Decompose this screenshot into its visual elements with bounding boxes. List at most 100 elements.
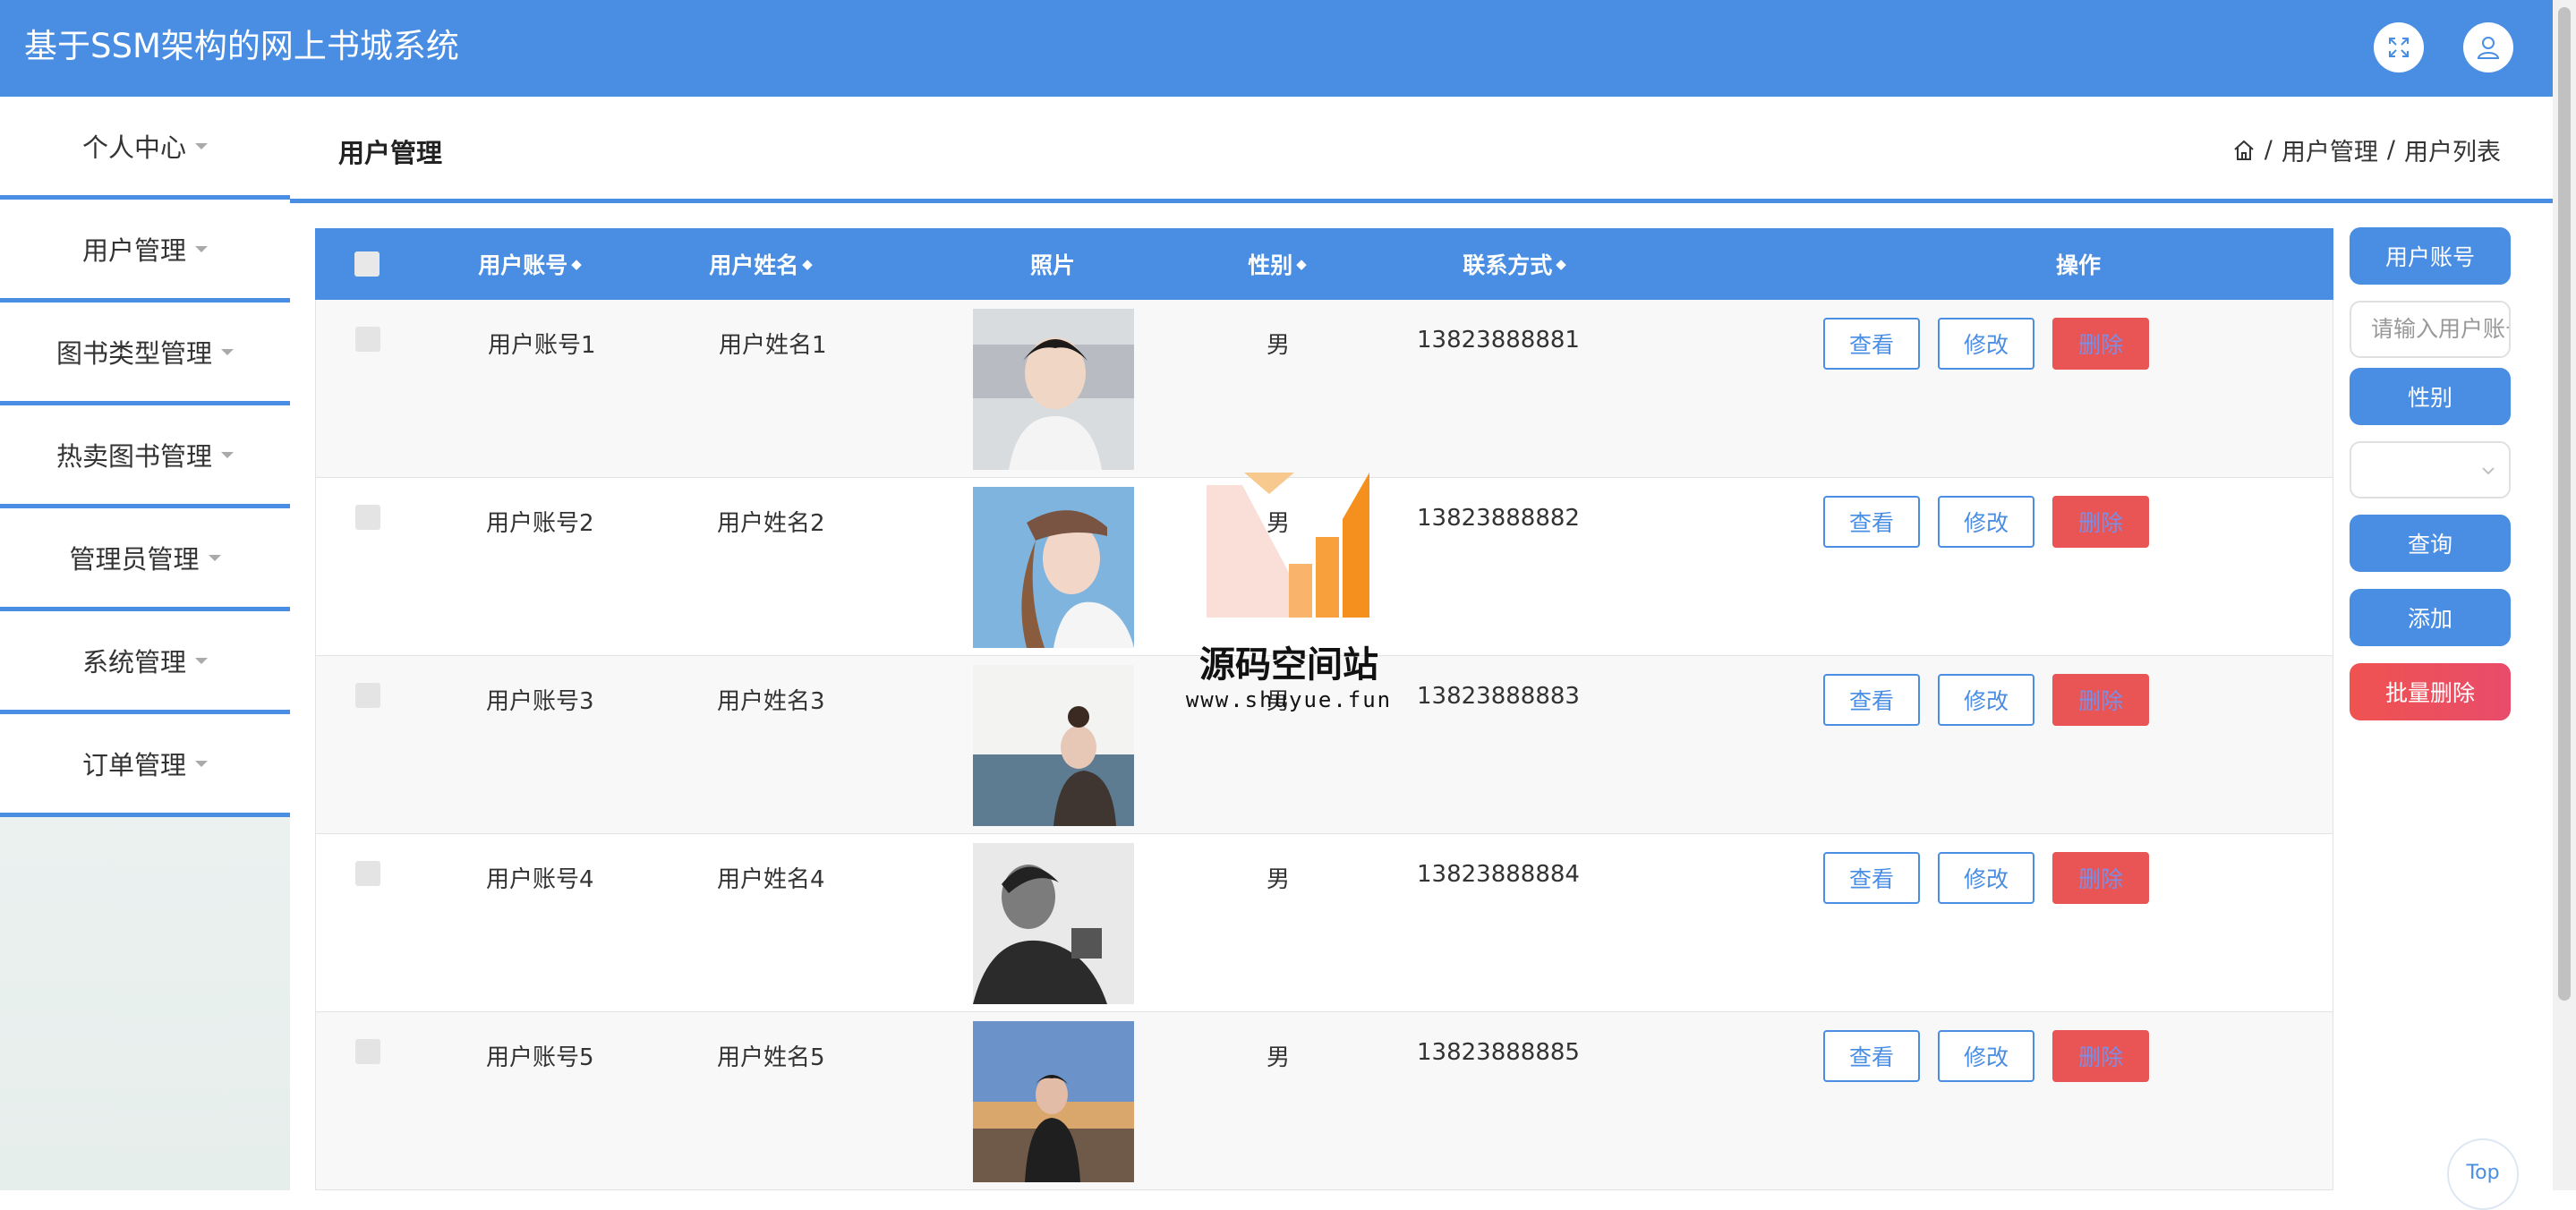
select-all-checkbox[interactable] (354, 251, 380, 277)
sort-icon: ◆ (1556, 256, 1566, 272)
user-photo[interactable] (973, 665, 1134, 826)
row-checkbox[interactable] (355, 683, 380, 708)
gender-filter-label[interactable]: 性别 (2350, 368, 2511, 425)
sidebar-item-label: 管理员管理 (69, 544, 200, 575)
view-button[interactable]: 查看 (1823, 496, 1920, 548)
cell-name: 用户姓名1 (719, 332, 827, 359)
sidebar-item-label: 系统管理 (81, 647, 186, 677)
sidebar-item-label: 订单管理 (81, 750, 186, 780)
edit-button[interactable]: 修改 (1938, 1030, 2034, 1082)
breadcrumb-separator: / (2386, 136, 2395, 164)
row-checkbox[interactable] (355, 327, 380, 352)
back-to-top-button[interactable]: Top (2447, 1138, 2519, 1210)
caret-down-icon (221, 451, 234, 458)
sidebar-item-admin-management[interactable]: 管理员管理 (0, 508, 290, 611)
user-photo[interactable] (973, 487, 1134, 648)
caret-down-icon (195, 657, 208, 664)
page-header: 用户管理 / 用户管理 / 用户列表 (290, 97, 2553, 203)
caret-down-icon (221, 348, 234, 355)
breadcrumb: / 用户管理 / 用户列表 (2232, 132, 2501, 167)
column-header-name[interactable]: 用户姓名 ◆ (680, 228, 841, 300)
cell-account: 用户账号4 (486, 866, 594, 893)
table-row: 用户账号4 用户姓名4 男 13823888884 查看 修改 删除 (315, 834, 2333, 1012)
home-icon[interactable] (2232, 139, 2256, 162)
table-header: 用户账号 ◆ 用户姓名 ◆ 照片 性别 ◆ 联系方式 ◆ 操作 (315, 228, 2333, 300)
delete-button[interactable]: 删除 (2052, 674, 2149, 726)
table-row: 用户账号5 用户姓名5 男 13823888885 查看 修改 删除 (315, 1012, 2333, 1190)
sort-icon: ◆ (571, 256, 582, 272)
sidebar-item-label: 热卖图书管理 (55, 441, 212, 472)
view-button[interactable]: 查看 (1823, 674, 1920, 726)
caret-down-icon (208, 554, 221, 561)
batch-delete-button[interactable]: 批量删除 (2350, 663, 2511, 720)
row-checkbox[interactable] (355, 1039, 380, 1064)
fullscreen-button[interactable] (2374, 22, 2424, 72)
sidebar-item-user-management[interactable]: 用户管理 (0, 200, 290, 302)
table-row: 用户账号1 用户姓名1 男 13823888881 查看 修改 删除 (315, 300, 2333, 478)
cell-phone: 13823888882 (1417, 505, 1580, 532)
user-photo[interactable] (973, 843, 1134, 1004)
cell-account: 用户账号3 (486, 688, 594, 715)
account-filter-label[interactable]: 用户账号 (2350, 227, 2511, 285)
column-header-actions: 操作 (2055, 252, 2101, 278)
caret-down-icon (195, 245, 208, 252)
user-photo[interactable] (973, 309, 1134, 470)
cell-account: 用户账号2 (486, 510, 594, 537)
delete-button[interactable]: 删除 (2052, 852, 2149, 904)
sort-icon: ◆ (1296, 256, 1307, 272)
breadcrumb-item-user-management[interactable]: 用户管理 (2282, 132, 2378, 167)
sidebar-item-label: 用户管理 (81, 235, 186, 266)
sidebar-item-book-type-management[interactable]: 图书类型管理 (0, 302, 290, 405)
cell-gender: 男 (1267, 866, 1291, 893)
view-button[interactable]: 查看 (1823, 852, 1920, 904)
cell-phone: 13823888881 (1417, 327, 1580, 354)
cell-account: 用户账号5 (486, 1044, 594, 1071)
caret-down-icon (195, 142, 208, 149)
sidebar-item-label: 图书类型管理 (55, 338, 212, 369)
sort-icon: ◆ (802, 256, 813, 272)
sidebar-item-system-management[interactable]: 系统管理 (0, 611, 290, 714)
watermark: 源码空间站 www.shuyue.fun (1181, 465, 1396, 712)
cell-gender: 男 (1267, 1044, 1291, 1071)
add-button[interactable]: 添加 (2350, 589, 2511, 646)
cell-phone: 13823888884 (1417, 861, 1580, 888)
breadcrumb-item-user-list: 用户列表 (2404, 139, 2501, 166)
expand-icon (2389, 38, 2409, 57)
sidebar-item-hot-books-management[interactable]: 热卖图书管理 (0, 405, 290, 508)
page-scrollbar[interactable] (2553, 0, 2576, 1190)
watermark-url: www.shuyue.fun (1185, 687, 1393, 712)
query-button[interactable]: 查询 (2350, 515, 2511, 572)
edit-button[interactable]: 修改 (1938, 852, 2034, 904)
edit-button[interactable]: 修改 (1938, 674, 2034, 726)
app-title: 基于SSM架构的网上书城系统 (24, 27, 459, 65)
row-checkbox[interactable] (355, 505, 380, 530)
delete-button[interactable]: 删除 (2052, 318, 2149, 370)
row-checkbox[interactable] (355, 861, 380, 886)
scrollbar-thumb[interactable] (2558, 7, 2571, 1001)
cell-account: 用户账号1 (488, 332, 596, 359)
delete-button[interactable]: 删除 (2052, 496, 2149, 548)
view-button[interactable]: 查看 (1823, 318, 1920, 370)
sidebar-item-personal-center[interactable]: 个人中心 (0, 97, 290, 200)
column-header-photo: 照片 (1029, 252, 1075, 278)
column-header-account[interactable]: 用户账号 ◆ (449, 228, 610, 300)
cell-phone: 13823888885 (1417, 1039, 1580, 1066)
chevron-down-icon (2482, 467, 2495, 475)
user-menu-button[interactable] (2463, 22, 2513, 72)
delete-button[interactable]: 删除 (2052, 1030, 2149, 1082)
sidebar-item-order-management[interactable]: 订单管理 (0, 714, 290, 817)
edit-button[interactable]: 修改 (1938, 496, 2034, 548)
sidebar: 个人中心 用户管理 图书类型管理 热卖图书管理 管理员管理 系统管理 订单管理 (0, 97, 290, 1190)
top-header: 基于SSM架构的网上书城系统 (0, 0, 2553, 97)
cell-phone: 13823888883 (1417, 683, 1580, 710)
cell-name: 用户姓名5 (717, 1044, 825, 1071)
user-photo[interactable] (973, 1021, 1134, 1182)
sidebar-item-label: 个人中心 (81, 132, 186, 163)
column-header-gender[interactable]: 性别 ◆ (1215, 228, 1340, 300)
column-header-contact[interactable]: 联系方式 ◆ (1412, 228, 1617, 300)
gender-select[interactable] (2350, 441, 2511, 498)
view-button[interactable]: 查看 (1823, 1030, 1920, 1082)
account-search-input[interactable]: 请输入用户账号 (2350, 301, 2511, 358)
watermark-title: 源码空间站 (1199, 644, 1378, 686)
edit-button[interactable]: 修改 (1938, 318, 2034, 370)
